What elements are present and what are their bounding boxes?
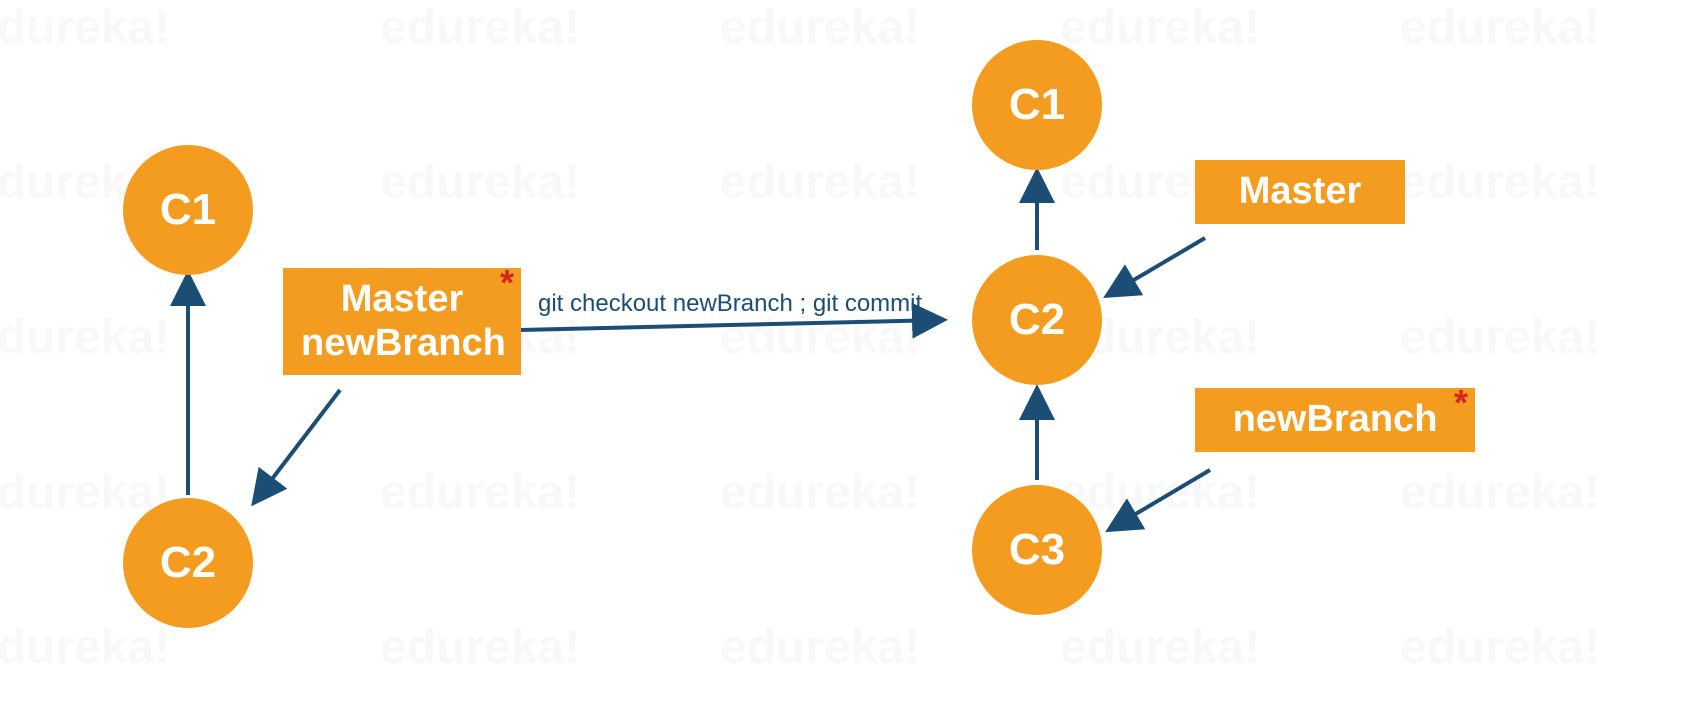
watermark: edureka! xyxy=(1400,155,1600,210)
commit-node-c1-right: C1 xyxy=(972,40,1102,170)
branch-box-newbranch-label: newBranch xyxy=(1213,398,1457,442)
watermark: edureka! xyxy=(0,465,170,520)
active-branch-asterisk-right: * xyxy=(1454,382,1468,424)
watermark: edureka! xyxy=(1400,620,1600,675)
arrows-layer xyxy=(0,0,1698,723)
commit-node-c2-left: C2 xyxy=(123,498,253,628)
commit-node-c2-right: C2 xyxy=(972,255,1102,385)
watermark: edureka! xyxy=(720,465,920,520)
watermark: edureka! xyxy=(0,0,170,55)
branch-box-left-line1: Master xyxy=(301,278,503,322)
watermark: edureka! xyxy=(720,620,920,675)
commit-node-c1-left: C1 xyxy=(123,145,253,275)
branch-box-master-right: Master xyxy=(1195,160,1405,224)
watermark: edureka! xyxy=(720,155,920,210)
watermark: edureka! xyxy=(1060,0,1260,55)
watermark: edureka! xyxy=(380,620,580,675)
watermark: edureka! xyxy=(380,465,580,520)
watermark: edureka! xyxy=(1400,0,1600,55)
watermark: edureka! xyxy=(0,310,170,365)
watermark: edureka! xyxy=(720,0,920,55)
branch-box-newbranch-right: newBranch xyxy=(1195,388,1475,452)
watermark: edureka! xyxy=(380,155,580,210)
watermark: edureka! xyxy=(720,310,920,365)
active-branch-asterisk-left: * xyxy=(500,262,514,304)
branch-box-left-line2: newBranch xyxy=(301,322,503,366)
branch-box-master-label: Master xyxy=(1213,170,1387,214)
watermark: edureka! xyxy=(0,620,170,675)
watermark: edureka! xyxy=(380,0,580,55)
command-label: git checkout newBranch ; git commit xyxy=(538,290,922,318)
watermark: edureka! xyxy=(1400,310,1600,365)
watermark: edureka! xyxy=(1400,465,1600,520)
commit-node-c3-right: C3 xyxy=(972,485,1102,615)
branch-box-left: Master newBranch xyxy=(283,268,521,375)
watermark: edureka! xyxy=(1060,620,1260,675)
